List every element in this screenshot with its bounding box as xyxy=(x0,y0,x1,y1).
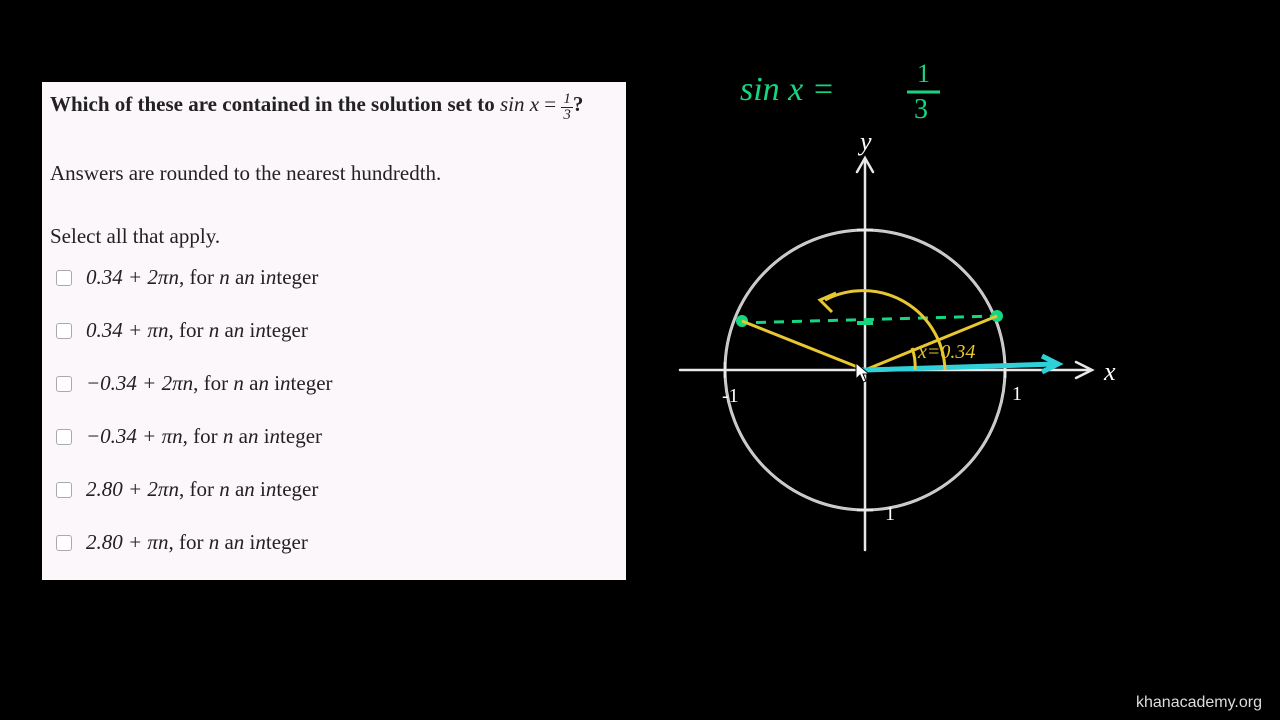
watermark: khanacademy.org xyxy=(1136,694,1262,712)
frac-num: 1 xyxy=(561,92,573,108)
select-instruction: Select all that apply. xyxy=(50,224,618,249)
checkbox[interactable] xyxy=(56,323,72,339)
mouse-cursor-icon xyxy=(855,362,873,384)
board-frac-num: 1 xyxy=(917,59,930,88)
angle-label: x=0.34 xyxy=(917,341,975,363)
neg-one-label: -1 xyxy=(722,385,739,407)
answer-option[interactable]: −0.34 + πn, for n an integer xyxy=(50,424,618,449)
board-equation: sin x = xyxy=(740,71,835,108)
answer-option[interactable]: 2.80 + πn, for n an integer xyxy=(50,530,618,555)
question-prompt: Which of these are contained in the solu… xyxy=(50,90,618,123)
fraction: 13 xyxy=(561,92,573,123)
pos-one-label: 1 xyxy=(1012,383,1022,405)
checkbox[interactable] xyxy=(56,270,72,286)
answer-label: 2.80 + 2πn, for n an integer xyxy=(86,477,318,502)
eq-var: x xyxy=(530,92,539,116)
answer-label: 0.34 + 2πn, for n an integer xyxy=(86,265,318,290)
eq-eq: = xyxy=(539,92,561,116)
checkbox[interactable] xyxy=(56,429,72,445)
y-axis-label: y xyxy=(857,127,872,156)
question-panel: Which of these are contained in the solu… xyxy=(42,82,626,580)
x-axis-label: x xyxy=(1103,357,1116,386)
answer-label: −0.34 + 2πn, for n an integer xyxy=(86,371,333,396)
checkbox[interactable] xyxy=(56,482,72,498)
answer-option[interactable]: 2.80 + 2πn, for n an integer xyxy=(50,477,618,502)
prompt-suffix: ? xyxy=(573,92,584,116)
blackboard-diagram: sin x = 1 3 y x -1 1 1 x=0.34 xyxy=(660,50,1140,590)
board-frac-den: 3 xyxy=(914,94,928,125)
answer-option[interactable]: −0.34 + 2πn, for n an integer xyxy=(50,371,618,396)
answer-list: 0.34 + 2πn, for n an integer 0.34 + πn, … xyxy=(50,265,618,555)
frac-den: 3 xyxy=(561,108,573,123)
answer-option[interactable]: 0.34 + 2πn, for n an integer xyxy=(50,265,618,290)
answer-label: 0.34 + πn, for n an integer xyxy=(86,318,308,343)
answer-label: −0.34 + πn, for n an integer xyxy=(86,424,322,449)
answer-option[interactable]: 0.34 + πn, for n an integer xyxy=(50,318,618,343)
svg-text:1: 1 xyxy=(885,503,895,525)
rounding-note: Answers are rounded to the nearest hundr… xyxy=(50,161,618,186)
checkbox[interactable] xyxy=(56,376,72,392)
prompt-prefix: Which of these are contained in the solu… xyxy=(50,92,500,116)
answer-label: 2.80 + πn, for n an integer xyxy=(86,530,308,555)
checkbox[interactable] xyxy=(56,535,72,551)
eq-sin: sin xyxy=(500,92,525,116)
